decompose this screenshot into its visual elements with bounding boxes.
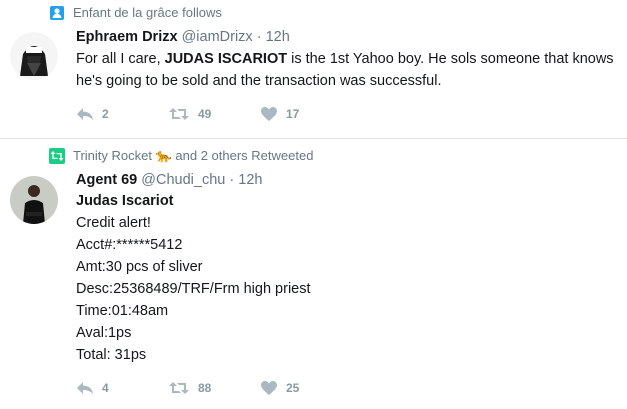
retweet-icon	[169, 382, 189, 394]
reply-icon	[77, 108, 93, 120]
tweet-context: Enfant de la grâce follows	[49, 5, 222, 21]
like-count: 25	[286, 381, 300, 395]
text-line: Aval:1ps	[76, 325, 132, 341]
reply-icon	[77, 382, 93, 394]
tweet-context: Trinity Rocket 🐆 and 2 others Retweeted	[49, 148, 313, 164]
retweet-button[interactable]: 88	[168, 380, 260, 396]
author-name[interactable]: Agent 69	[76, 172, 137, 188]
timestamp[interactable]: 12h	[238, 172, 262, 188]
tweet-actions: 2 49 17	[76, 106, 352, 122]
like-button[interactable]: 25	[260, 380, 352, 396]
tweet-text: Judas Iscariot Credit alert! Acct#:*****…	[76, 190, 616, 366]
tweet-actions: 4 88 25	[76, 380, 352, 396]
heart-icon	[261, 107, 277, 121]
heart-icon	[261, 381, 277, 395]
text-line: Desc:25368489/TRF/Frm high priest	[76, 281, 311, 297]
tweet-header: Agent 69 @Chudi_chu · 12h	[76, 170, 262, 190]
follow-person-icon	[49, 5, 65, 21]
text-line: Amt:30 pcs of sliver	[76, 259, 203, 275]
tweet-header: Ephraem Drizx @iamDrizx · 12h	[76, 27, 290, 47]
author-name[interactable]: Ephraem Drizx	[76, 29, 178, 45]
reply-count: 2	[102, 107, 109, 121]
context-label: Enfant de la grâce follows	[73, 5, 222, 20]
timestamp[interactable]: 12h	[266, 29, 290, 45]
separator: ·	[256, 29, 262, 45]
tweet-text: For all I care, JUDAS ISCARIOT is the 1s…	[76, 48, 616, 92]
tweet[interactable]: Enfant de la grâce follows Ephraem Drizx…	[0, 0, 627, 139]
text-segment: For all I care,	[76, 51, 165, 67]
retweet-badge-icon	[49, 148, 65, 164]
text-line: Judas Iscariot	[76, 193, 174, 209]
avatar[interactable]	[10, 32, 58, 80]
reply-count: 4	[102, 381, 109, 395]
text-line: Acct#:******5412	[76, 237, 183, 253]
like-button[interactable]: 17	[260, 106, 352, 122]
context-label: Trinity Rocket 🐆 and 2 others Retweeted	[73, 148, 314, 163]
retweet-button[interactable]: 49	[168, 106, 260, 122]
avatar[interactable]	[10, 176, 58, 224]
like-count: 17	[286, 107, 300, 121]
author-handle[interactable]: @Chudi_chu	[141, 172, 225, 188]
retweet-count: 88	[198, 381, 212, 395]
reply-button[interactable]: 2	[76, 106, 168, 122]
retweet-count: 49	[198, 107, 212, 121]
text-line: Time:01:48am	[76, 303, 169, 319]
retweet-icon	[169, 108, 189, 120]
author-handle[interactable]: @iamDrizx	[182, 29, 253, 45]
tweet[interactable]: Trinity Rocket 🐆 and 2 others Retweeted …	[0, 140, 627, 409]
reply-button[interactable]: 4	[76, 380, 168, 396]
separator: ·	[229, 172, 235, 188]
text-line: Credit alert!	[76, 215, 151, 231]
text-bold: JUDAS ISCARIOT	[164, 51, 288, 67]
text-line: Total: 31ps	[76, 347, 147, 363]
